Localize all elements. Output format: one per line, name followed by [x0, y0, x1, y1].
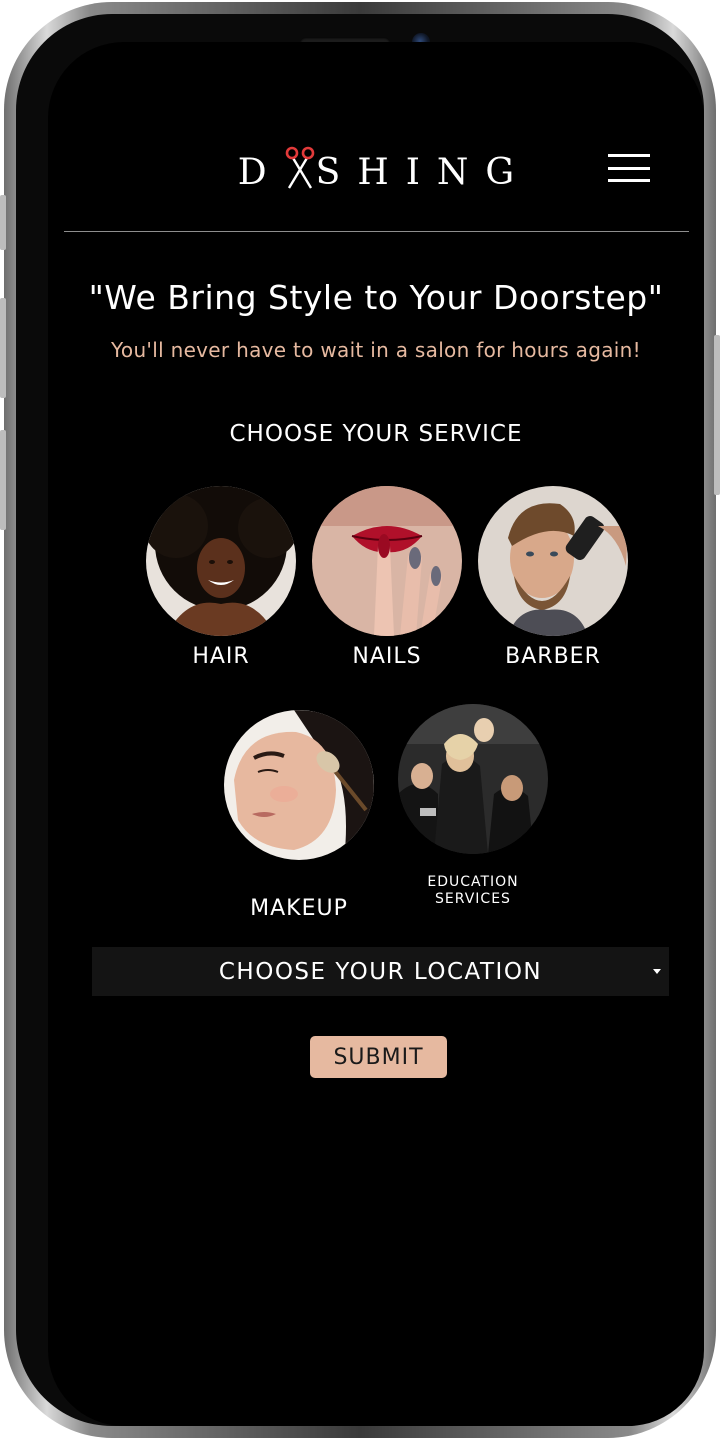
header-divider — [64, 231, 689, 232]
makeup-service-photo — [224, 710, 374, 860]
service-label: EDUCATION SERVICES — [368, 874, 578, 908]
location-select-label: CHOOSE YOUR LOCATION — [218, 958, 543, 985]
service-label-line: EDUCATION — [427, 874, 519, 890]
hair-service-photo — [146, 486, 296, 636]
service-hair[interactable]: HAIR — [146, 486, 296, 669]
brand-logo[interactable]: D SHING — [48, 146, 704, 193]
hamburger-menu-icon[interactable] — [608, 154, 650, 182]
service-education[interactable]: EDUCATION SERVICES — [398, 704, 548, 907]
education-service-photo — [398, 704, 548, 854]
menu-bar — [608, 154, 650, 157]
scissors-icon — [284, 146, 316, 190]
service-makeup[interactable]: MAKEUP — [224, 710, 374, 921]
app-screen: D SHING "We Bring Style to Your Doorstep… — [48, 42, 704, 1426]
menu-bar — [608, 166, 650, 170]
location-select[interactable]: CHOOSE YOUR LOCATION — [92, 947, 669, 996]
caret-down-icon — [653, 969, 661, 974]
barber-service-photo — [478, 486, 628, 636]
submit-button[interactable]: SUBMIT — [310, 1036, 447, 1078]
service-label: BARBER — [505, 644, 601, 669]
phone-bezel: D SHING "We Bring Style to Your Doorstep… — [16, 14, 704, 1426]
service-label-line: SERVICES — [435, 891, 511, 907]
logo-text-start: D — [237, 152, 284, 193]
logo-text-end: SHING — [315, 152, 532, 193]
service-section-title: CHOOSE YOUR SERVICE — [229, 421, 523, 447]
hero-subline: You'll never have to wait in a salon for… — [111, 338, 641, 362]
service-nails[interactable]: NAILS — [312, 486, 462, 669]
nails-service-photo — [312, 486, 462, 636]
service-barber[interactable]: BARBER — [478, 486, 628, 669]
hero-headline: "We Bring Style to Your Doorstep" — [88, 278, 664, 317]
phone-body: D SHING "We Bring Style to Your Doorstep… — [4, 2, 716, 1438]
menu-bar — [608, 179, 650, 182]
